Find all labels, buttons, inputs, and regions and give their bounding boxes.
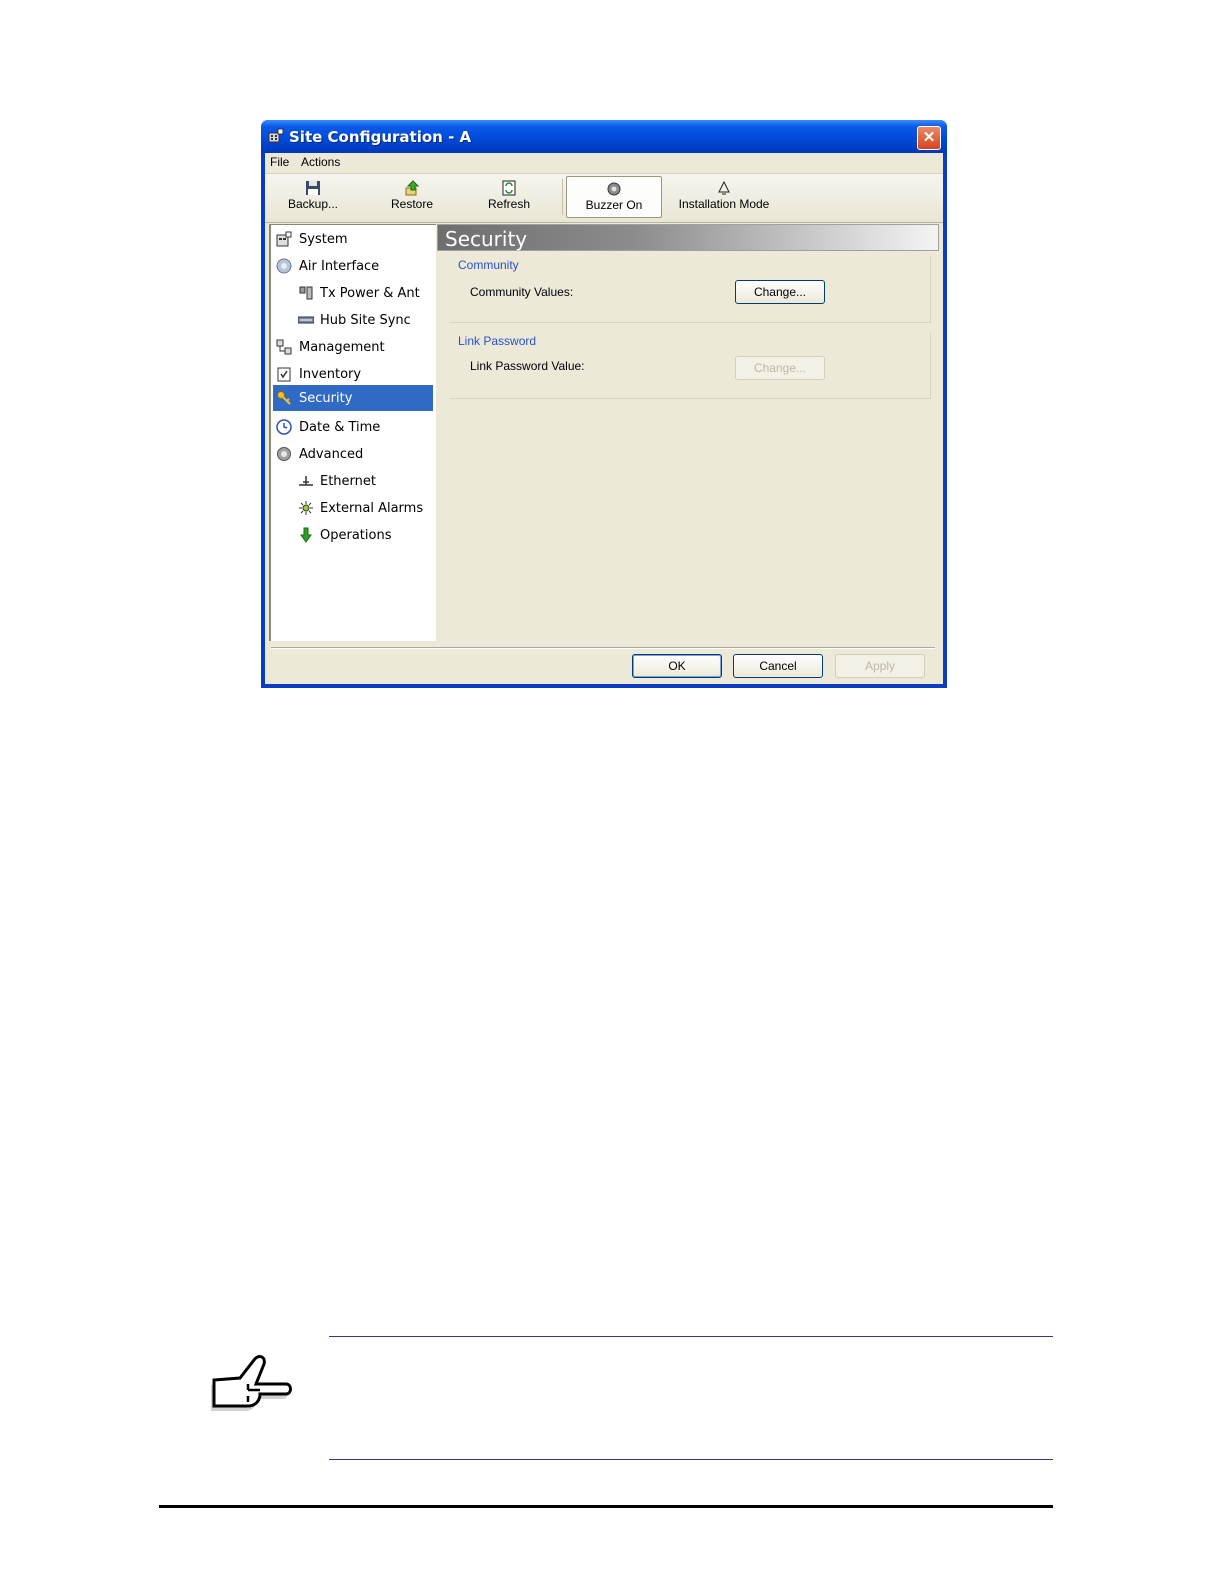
system-icon (276, 231, 292, 247)
change-community-button[interactable]: Change... (735, 280, 825, 304)
sync-icon (298, 316, 314, 324)
toolbar-separator (562, 179, 563, 215)
nav-item-label: External Alarms (320, 501, 424, 516)
menu-actions[interactable]: Actions (301, 155, 340, 169)
menu-bar: File Actions (265, 153, 943, 173)
security-panel: Security Community Community Values: Cha… (436, 224, 939, 644)
nav-item-label: Operations (320, 528, 392, 543)
nav-item-security[interactable]: Security (273, 385, 433, 411)
window-title: Site Configuration - A (289, 128, 472, 146)
restore-label: Restore (390, 197, 434, 211)
nav-item-label: Inventory (299, 367, 362, 382)
restore-button[interactable]: Restore (380, 176, 444, 218)
apply-button[interactable]: Apply (835, 654, 925, 678)
nav-item-air-interface[interactable]: Air Interface (273, 254, 433, 278)
nav-item-system[interactable]: System (273, 227, 433, 251)
close-button[interactable]: ✕ (917, 126, 941, 150)
nav-item-label: Advanced (299, 447, 364, 462)
note-top-rule (329, 1336, 1053, 1337)
window-client-area: File Actions Backup... Restore Refresh B… (265, 153, 943, 684)
link-password-group: Link Password Link Password Value: Chang… (450, 332, 931, 399)
link-password-title: Link Password (458, 334, 537, 348)
nav-item-date-time[interactable]: Date & Time (273, 415, 433, 439)
toolbar: Backup... Restore Refresh Buzzer On Inst… (265, 173, 943, 223)
page-footer-rule (159, 1505, 1053, 1508)
nav-item-tx-power-ant[interactable]: Tx Power & Ant (273, 281, 433, 305)
globe-icon (276, 258, 292, 274)
ethernet-icon (299, 476, 313, 486)
management-icon (276, 339, 292, 355)
community-title: Community (458, 258, 519, 272)
antenna-icon (299, 286, 313, 300)
section-header: Security (437, 224, 939, 251)
restore-arrow-icon (405, 180, 420, 196)
nav-item-label: Ethernet (320, 474, 376, 489)
nav-item-ethernet[interactable]: Ethernet (273, 469, 433, 493)
nav-item-label: Tx Power & Ant (320, 286, 420, 301)
close-icon: ✕ (922, 129, 936, 146)
change-link-password-label: Change... (753, 361, 807, 375)
footer-divider (271, 647, 935, 648)
buzzer-icon (607, 182, 621, 196)
gear-icon (277, 447, 291, 461)
clipboard-icon (277, 367, 291, 382)
nav-item-label: Air Interface (299, 259, 380, 274)
down-arrow-icon (300, 527, 312, 543)
nav-item-external-alarms[interactable]: External Alarms (273, 496, 433, 520)
clock-icon (276, 419, 292, 435)
apply-label: Apply (864, 659, 896, 673)
site-configuration-window: Site Configuration - A ✕ File Actions Ba… (261, 120, 947, 688)
pointing-hand-icon (211, 1355, 292, 1411)
change-link-password-button[interactable]: Change... (735, 356, 825, 380)
nav-item-management[interactable]: Management (273, 335, 433, 359)
community-group: Community Community Values: Change... (450, 256, 931, 323)
nav-item-operations[interactable]: Operations (273, 523, 433, 547)
nav-item-label: System (299, 232, 348, 247)
nav-item-label: Hub Site Sync (320, 313, 411, 328)
note-bottom-rule (329, 1459, 1053, 1460)
backup-button[interactable]: Backup... (281, 176, 345, 218)
ok-label: OK (668, 659, 686, 673)
navigation-tree: System Air Interface Tx Power & Ant Hub … (269, 224, 436, 641)
nav-item-label: Security (299, 391, 353, 406)
installation-mode-button[interactable]: Installation Mode (669, 176, 779, 218)
alarm-icon (299, 501, 313, 515)
change-community-label: Change... (753, 285, 807, 299)
ok-button[interactable]: OK (632, 654, 722, 678)
floppy-disk-icon (306, 181, 320, 195)
cancel-label: Cancel (759, 659, 797, 673)
refresh-label: Refresh (487, 197, 531, 211)
keys-icon (277, 391, 291, 405)
refresh-button[interactable]: Refresh (477, 176, 541, 218)
nav-item-inventory[interactable]: Inventory (273, 362, 433, 386)
nav-item-hub-site-sync[interactable]: Hub Site Sync (273, 308, 433, 332)
backup-label: Backup... (287, 197, 339, 211)
section-title: Security (445, 227, 528, 251)
nav-item-label: Date & Time (299, 420, 381, 435)
site-config-icon (268, 128, 284, 143)
menu-file[interactable]: File (270, 155, 289, 169)
refresh-icon (502, 180, 516, 196)
community-values-label: Community Values: (470, 285, 574, 299)
buzzer-on-button[interactable]: Buzzer On (566, 176, 662, 218)
cancel-button[interactable]: Cancel (733, 654, 823, 678)
buzzer-on-label: Buzzer On (585, 198, 643, 212)
nav-item-advanced[interactable]: Advanced (273, 442, 433, 466)
link-password-value-label: Link Password Value: (470, 359, 585, 373)
installation-mode-icon (718, 180, 730, 195)
installation-mode-label: Installation Mode (678, 197, 770, 211)
title-bar[interactable]: Site Configuration - A ✕ (261, 120, 947, 153)
nav-item-label: Management (299, 340, 385, 355)
